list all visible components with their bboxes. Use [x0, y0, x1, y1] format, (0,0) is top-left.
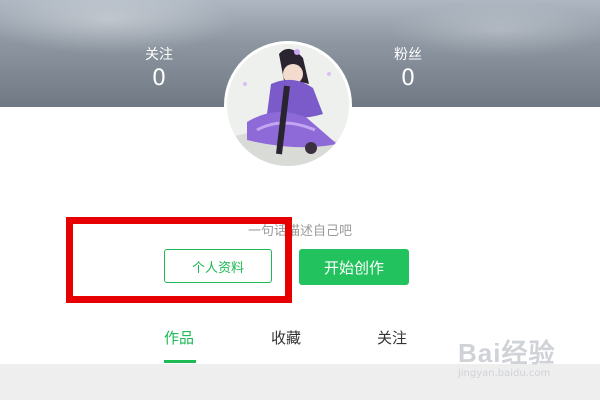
start-creating-button[interactable]: 开始创作	[299, 249, 409, 285]
fans-stat[interactable]: 粉丝 0	[368, 44, 448, 91]
fans-count: 0	[401, 66, 415, 91]
following-count: 0	[152, 66, 166, 91]
watermark-url: jingyan.baidu.com	[458, 368, 551, 379]
tab-works[interactable]: 作品	[164, 327, 194, 348]
following-label: 关注	[145, 47, 173, 63]
tab-following[interactable]: 关注	[377, 327, 407, 348]
highlight-box	[66, 217, 292, 303]
avatar[interactable]	[227, 44, 349, 166]
fans-label: 粉丝	[394, 47, 422, 63]
following-stat[interactable]: 关注 0	[119, 44, 199, 91]
active-tab-indicator	[164, 360, 196, 363]
avatar-illustration	[227, 44, 349, 166]
watermark: Bai经验 jingyan.baidu.com	[458, 333, 555, 379]
watermark-logo: Bai经验	[458, 338, 556, 368]
tab-favorites[interactable]: 收藏	[271, 327, 301, 348]
